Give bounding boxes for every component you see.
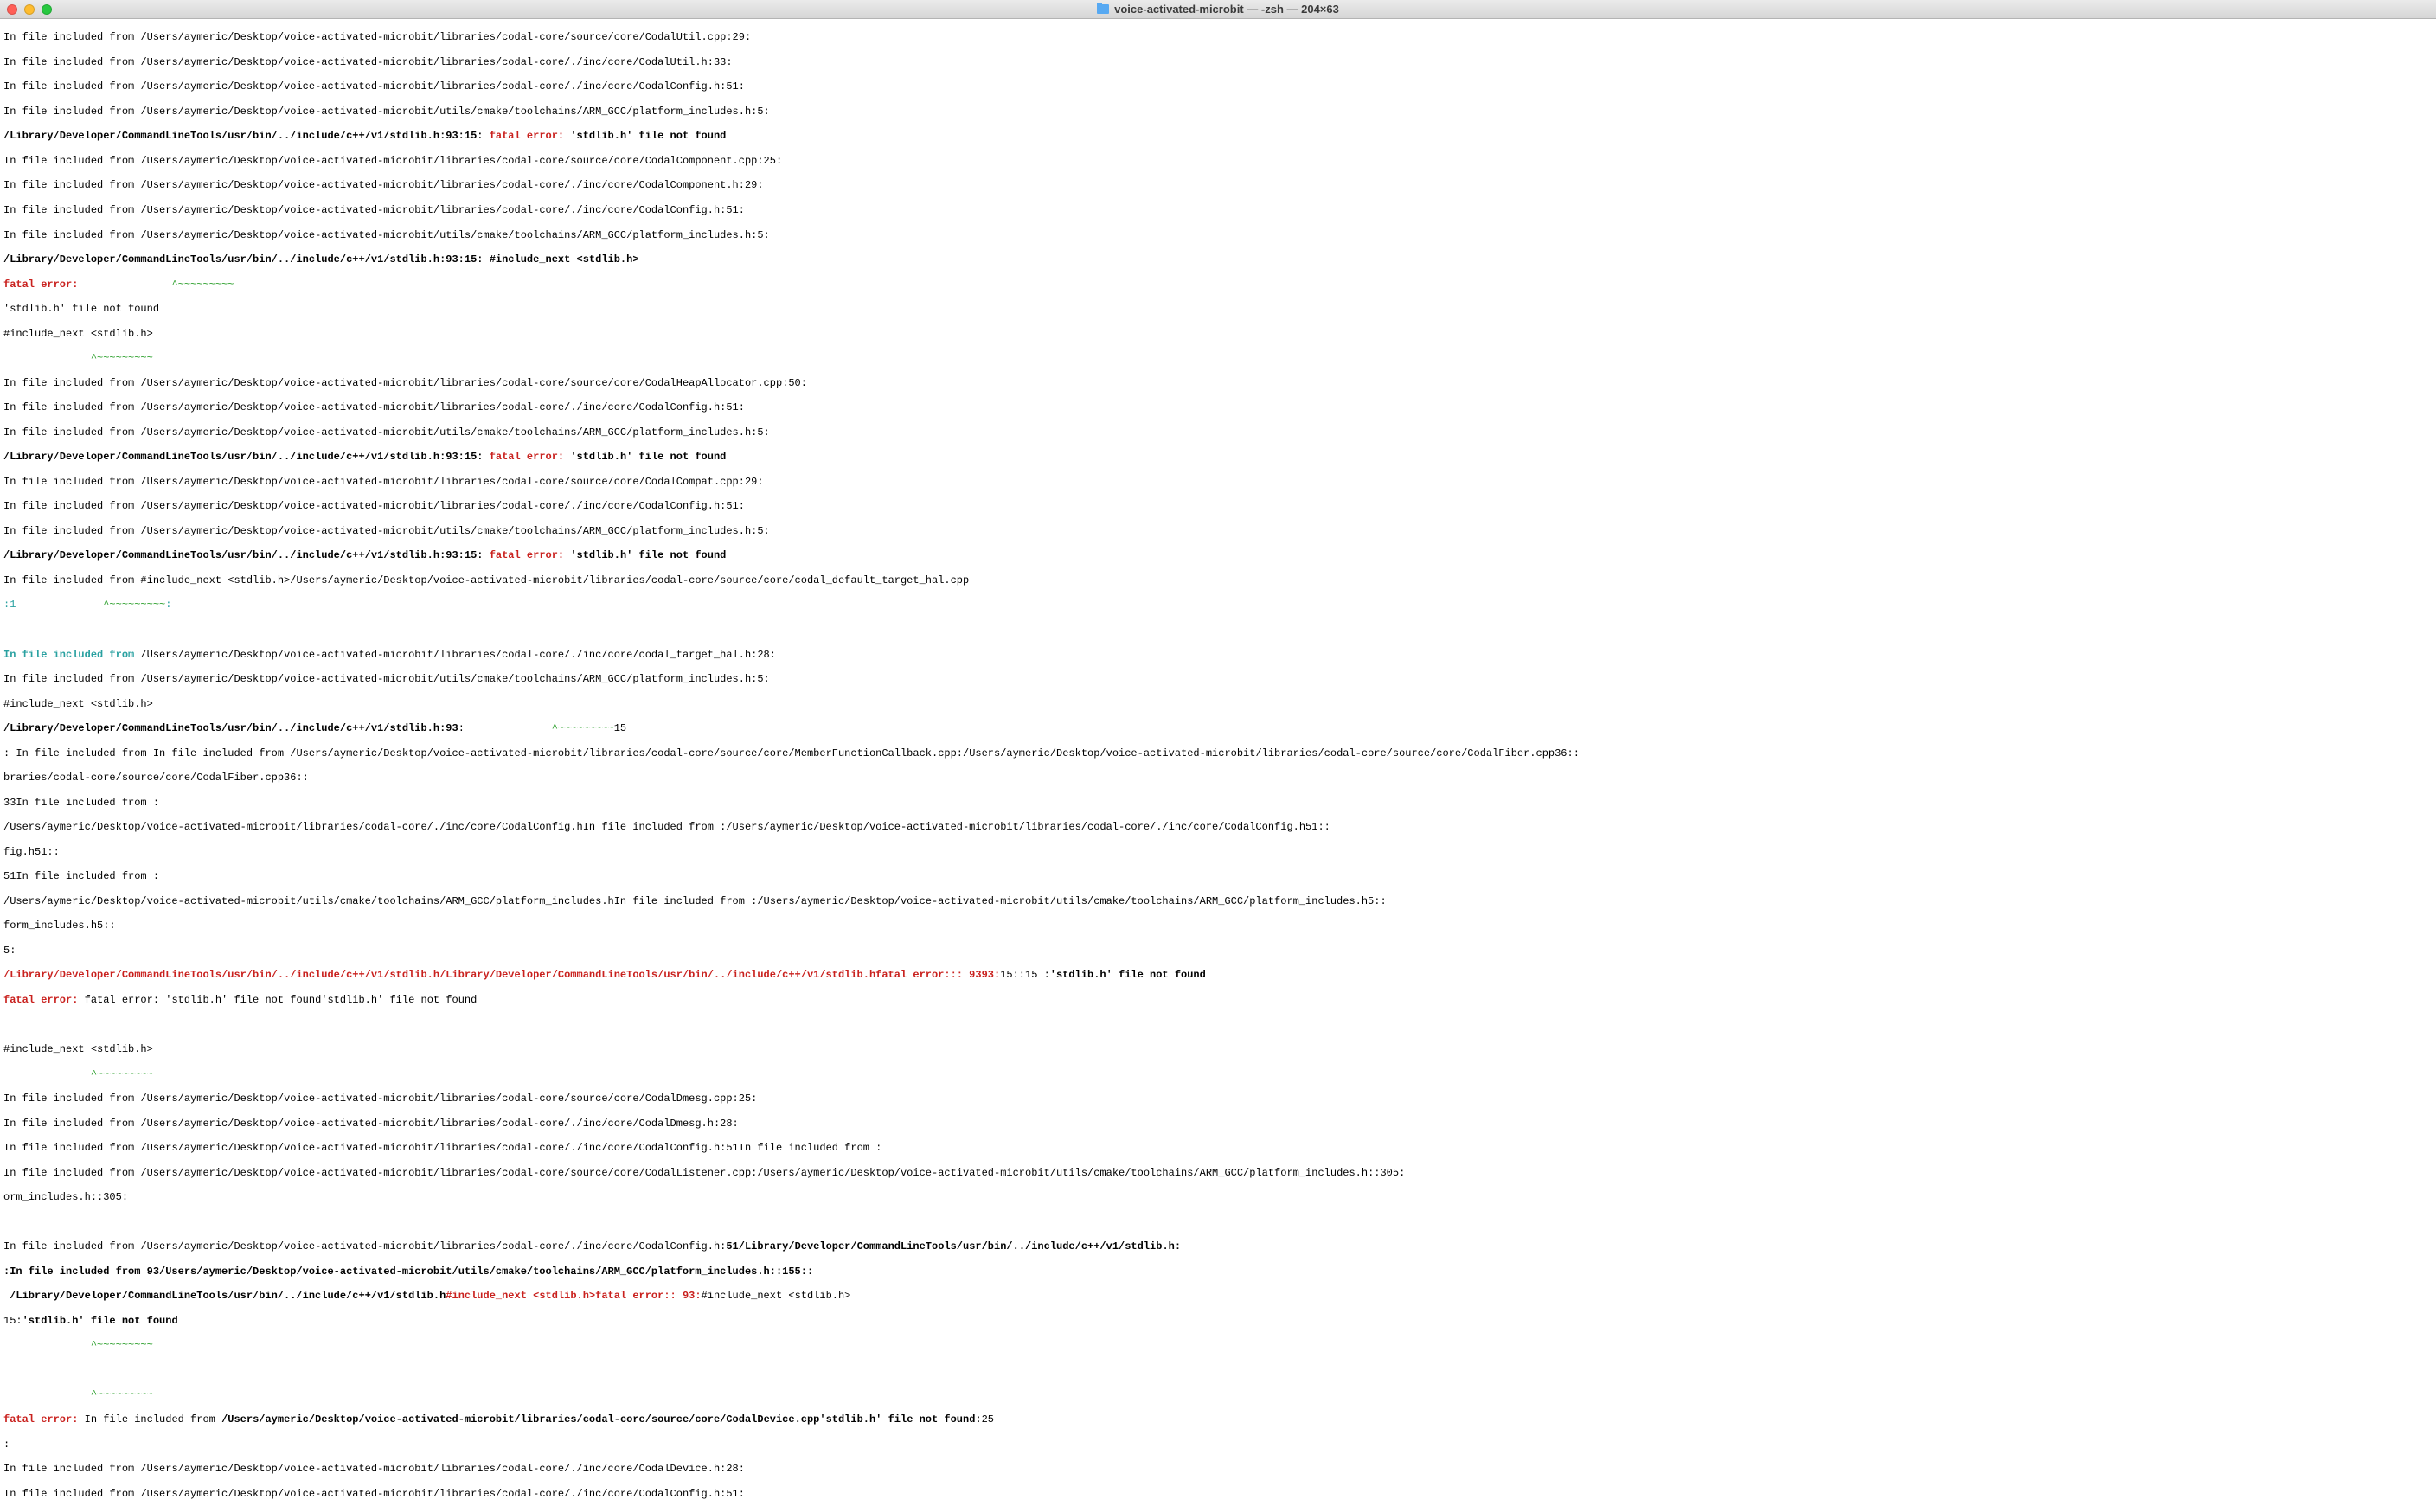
- output-line: form_includes.h5::: [3, 919, 2433, 932]
- output-line: In file included from /Users/aymeric/Des…: [3, 1092, 2433, 1105]
- caret-line: ^~~~~~~~~~: [3, 1388, 2433, 1400]
- output-line: 51In file included from :: [3, 870, 2433, 882]
- output-line: /Library/Developer/CommandLineTools/usr/…: [3, 253, 2433, 266]
- output-line: fig.h51::: [3, 846, 2433, 858]
- output-line: In file included from /Users/aymeric/Des…: [3, 525, 2433, 537]
- traffic-lights: [7, 4, 52, 15]
- error-line: /Library/Developer/CommandLineTools/usr/…: [3, 451, 2433, 463]
- output-line: [3, 1364, 2433, 1376]
- output-line: In file included from /Users/aymeric/Des…: [3, 377, 2433, 389]
- output-line: braries/codal-core/source/core/CodalFibe…: [3, 772, 2433, 784]
- output-line: 33In file included from :: [3, 797, 2433, 809]
- output-line: In file included from /Users/aymeric/Des…: [3, 1118, 2433, 1130]
- minimize-button[interactable]: [24, 4, 35, 15]
- output-line: :: [3, 1438, 2433, 1451]
- terminal-content[interactable]: In file included from /Users/aymeric/Des…: [0, 19, 2436, 1512]
- output-line: In file included from /Users/aymeric/Des…: [3, 1142, 2433, 1154]
- caret-line: ^~~~~~~~~~: [3, 1339, 2433, 1351]
- error-line: fatal error: ^~~~~~~~~~: [3, 279, 2433, 291]
- window-titlebar: voice-activated-microbit — -zsh — 204×63: [0, 0, 2436, 19]
- output-line: #include_next <stdlib.h>: [3, 698, 2433, 710]
- output-line: In file included from /Users/aymeric/Des…: [3, 426, 2433, 439]
- output-line: [3, 624, 2433, 636]
- output-line: In file included from /Users/aymeric/Des…: [3, 673, 2433, 685]
- zoom-button[interactable]: [42, 4, 52, 15]
- output-line: In file included from /Users/aymeric/Des…: [3, 649, 2433, 661]
- output-line: In file included from /Users/aymeric/Des…: [3, 476, 2433, 488]
- output-line: In file included from /Users/aymeric/Des…: [3, 1463, 2433, 1475]
- error-line: fatal error: fatal error: 'stdlib.h' fil…: [3, 994, 2433, 1006]
- error-line: /Library/Developer/CommandLineTools/usr/…: [3, 130, 2433, 142]
- close-button[interactable]: [7, 4, 17, 15]
- output-line: [3, 1019, 2433, 1031]
- error-line: fatal error: In file included from /User…: [3, 1413, 2433, 1426]
- error-line: /Library/Developer/CommandLineTools/usr/…: [3, 969, 2433, 981]
- output-line: In file included from #include_next <std…: [3, 574, 2433, 586]
- output-line: 'stdlib.h' file not found: [3, 303, 2433, 315]
- error-line: /Library/Developer/CommandLineTools/usr/…: [3, 549, 2433, 561]
- output-line: #include_next <stdlib.h>: [3, 1043, 2433, 1055]
- output-line: [3, 1216, 2433, 1228]
- output-line: /Users/aymeric/Desktop/voice-activated-m…: [3, 821, 2433, 833]
- output-line: In file included from /Users/aymeric/Des…: [3, 204, 2433, 216]
- folder-icon: [1097, 4, 1109, 14]
- output-line: In file included from /Users/aymeric/Des…: [3, 1240, 2433, 1253]
- output-line: #include_next <stdlib.h>: [3, 328, 2433, 340]
- output-line: In file included from /Users/aymeric/Des…: [3, 31, 2433, 43]
- output-line: In file included from /Users/aymeric/Des…: [3, 179, 2433, 191]
- output-line: orm_includes.h::305:: [3, 1191, 2433, 1203]
- caret-line: ^~~~~~~~~~: [3, 352, 2433, 364]
- output-line: In file included from /Users/aymeric/Des…: [3, 1167, 2433, 1179]
- caret-line: ^~~~~~~~~~: [3, 1068, 2433, 1080]
- output-line: In file included from /Users/aymeric/Des…: [3, 229, 2433, 241]
- output-line: In file included from /Users/aymeric/Des…: [3, 500, 2433, 512]
- output-line: In file included from /Users/aymeric/Des…: [3, 80, 2433, 93]
- window-title: voice-activated-microbit — -zsh — 204×63: [1114, 3, 1339, 16]
- output-line: In file included from /Users/aymeric/Des…: [3, 1488, 2433, 1500]
- output-line: In file included from /Users/aymeric/Des…: [3, 155, 2433, 167]
- output-line: In file included from /Users/aymeric/Des…: [3, 56, 2433, 68]
- output-line: /Library/Developer/CommandLineTools/usr/…: [3, 722, 2433, 734]
- output-line: In file included from /Users/aymeric/Des…: [3, 106, 2433, 118]
- output-line: In file included from /Users/aymeric/Des…: [3, 401, 2433, 413]
- output-line: 15:'stdlib.h' file not found: [3, 1315, 2433, 1327]
- output-line: :1 ^~~~~~~~~~:: [3, 599, 2433, 611]
- output-line: 5:: [3, 945, 2433, 957]
- output-line: /Users/aymeric/Desktop/voice-activated-m…: [3, 895, 2433, 907]
- output-line: : In file included from In file included…: [3, 747, 2433, 759]
- output-line: :In file included from 93/Users/aymeric/…: [3, 1265, 2433, 1278]
- output-line: /Library/Developer/CommandLineTools/usr/…: [3, 1290, 2433, 1302]
